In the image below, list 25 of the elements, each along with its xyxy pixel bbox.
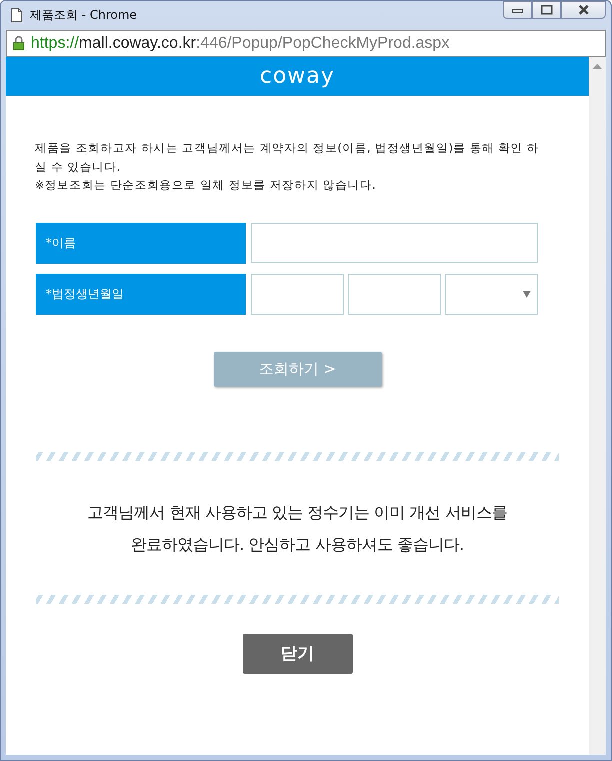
- intro-text: ※정보조회는 단순조회용으로 일체 정보를 저장하지 않습니다.: [35, 177, 378, 194]
- close-button[interactable]: [561, 1, 606, 19]
- close-icon: [576, 5, 590, 15]
- maximize-button[interactable]: [532, 1, 561, 19]
- close-popup-button[interactable]: 닫기: [242, 634, 352, 674]
- year-input-field[interactable]: [251, 274, 344, 314]
- url-text: https://mall.coway.co.kr:446/Popup/PopCheckMyProd.aspx: [31, 34, 450, 52]
- window-title: 제품조회 - Chrome: [30, 7, 138, 24]
- page-icon: [11, 8, 23, 23]
- dropdown-arrow-icon: [523, 290, 531, 298]
- address-bar[interactable]: https://mall.coway.co.kr:446/Popup/PopCheckMyProd.aspx: [6, 30, 606, 57]
- name-input-field[interactable]: [251, 222, 538, 262]
- result-message: 고객님께서 현재 사용하고 있는 정수기는 이미 개선 서비스를: [86, 502, 508, 524]
- field-label: *이름: [36, 222, 246, 264]
- logo: coway: [260, 64, 336, 89]
- month-input-field[interactable]: [348, 274, 441, 314]
- field-label: *법정생년월일: [36, 274, 246, 314]
- scrollbar[interactable]: [589, 57, 606, 755]
- minimize-button[interactable]: [503, 1, 532, 19]
- maximize-icon: [540, 5, 552, 15]
- day-dropdown[interactable]: [445, 274, 538, 314]
- scroll-up-icon: [593, 64, 602, 69]
- intro-text: 제품을 조회하고자 하시는 고객님께서는 계약자의 정보(이름, 법정생년월일)를 통해 확인 하실 수 있습니다.: [35, 140, 540, 176]
- result-message: 완료하였습니다. 안심하고 사용하셔도 좋습니다.: [130, 534, 465, 556]
- lock-icon: [13, 36, 25, 51]
